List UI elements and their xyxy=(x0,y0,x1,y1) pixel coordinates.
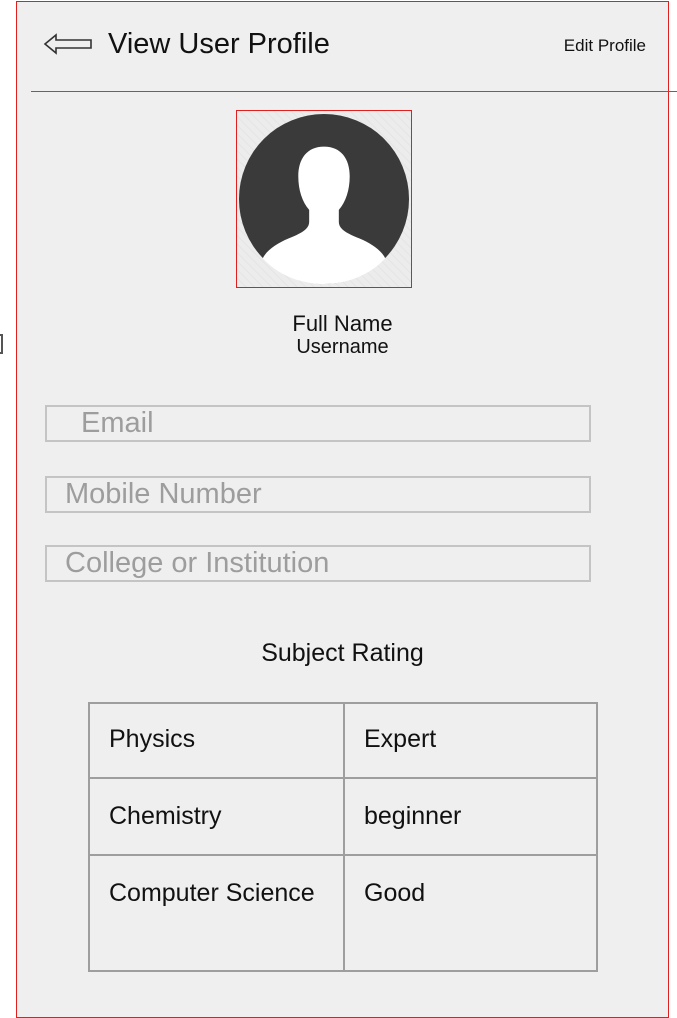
table-row: Chemistry beginner xyxy=(88,777,598,856)
subject-rating-title: Subject Rating xyxy=(261,639,424,667)
rating-cell: Good xyxy=(343,854,598,972)
table-row: Computer Science Good xyxy=(88,854,598,972)
subject-cell: Physics xyxy=(88,702,345,779)
header: View User Profile Edit Profile xyxy=(17,2,668,90)
avatar[interactable] xyxy=(236,110,412,288)
mobile-number-field[interactable] xyxy=(45,476,591,513)
full-name: Full Name xyxy=(292,311,393,336)
offscreen-bracket-mark xyxy=(0,334,3,354)
subject-rating-table: Physics Expert Chemistry beginner Comput… xyxy=(88,702,598,972)
back-arrow-icon[interactable] xyxy=(43,26,93,62)
table-row: Physics Expert xyxy=(88,702,598,779)
username: Username xyxy=(296,336,389,358)
user-silhouette-icon xyxy=(238,113,410,285)
edit-profile-link[interactable]: Edit Profile xyxy=(564,36,646,56)
email-field[interactable] xyxy=(45,405,591,442)
college-field[interactable] xyxy=(45,545,591,582)
profile-screen: View User Profile Edit Profile Full Name… xyxy=(16,1,677,1018)
subject-cell: Chemistry xyxy=(88,777,345,856)
rating-cell: Expert xyxy=(343,702,598,779)
rating-cell: beginner xyxy=(343,777,598,856)
subject-cell: Computer Science xyxy=(88,854,345,972)
page-title: View User Profile xyxy=(108,28,330,60)
header-divider xyxy=(31,91,677,92)
